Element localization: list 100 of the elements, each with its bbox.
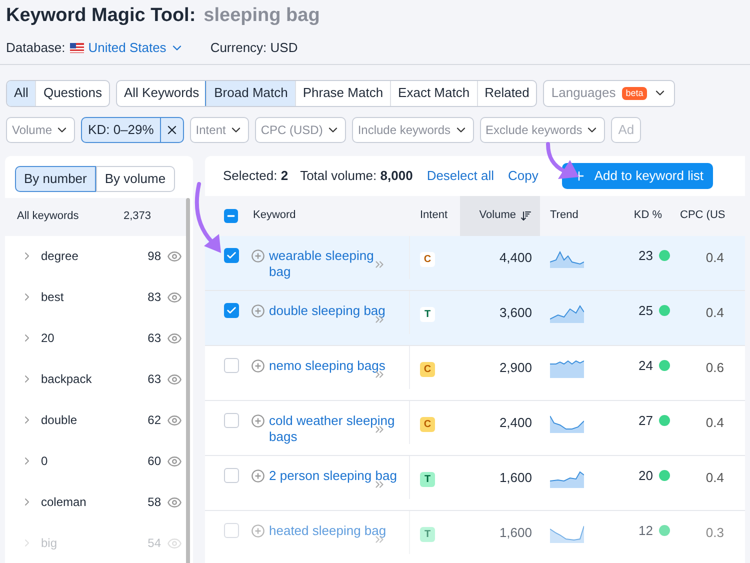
- kd-filter-chip[interactable]: KD: 0–29%: [81, 116, 184, 142]
- sort-icon[interactable]: [520, 210, 532, 222]
- intent-badge: C: [420, 252, 435, 266]
- column-header[interactable]: Keyword: [245, 196, 410, 236]
- kd-value: 12: [638, 522, 653, 540]
- volume-cell-text: 1,600: [498, 468, 533, 484]
- match-tab[interactable]: Exact Match: [390, 80, 477, 106]
- checkbox[interactable]: [224, 522, 238, 538]
- table-row[interactable]: cold weather sleeping bags C 2,400 27 0.4: [205, 400, 745, 456]
- volume-cell-text: 1,600: [498, 524, 533, 538]
- column-header[interactable]: KD %: [610, 196, 670, 236]
- database-label: Database:: [6, 38, 66, 57]
- group-name[interactable]: 0: [41, 452, 148, 470]
- match-tab[interactable]: Phrase Match: [294, 80, 390, 106]
- table-row[interactable]: wearable sleeping bag C 4,400 23 0.4: [205, 236, 745, 290]
- volume-cell-text: 3,600: [498, 304, 533, 318]
- group-count: 62: [148, 412, 161, 429]
- sort-toggle[interactable]: By volume: [96, 166, 175, 192]
- group-count: 83: [148, 289, 161, 306]
- intent-badge: T: [420, 306, 435, 322]
- column-header[interactable]: Volume: [460, 196, 540, 236]
- add-icon[interactable]: [251, 248, 265, 262]
- all-keywords-label: All keywords: [17, 209, 79, 224]
- match-tab[interactable]: All Keywords: [117, 80, 206, 106]
- match-tab[interactable]: Broad Match: [206, 80, 295, 106]
- flag-icon: [70, 42, 84, 52]
- all-keywords-count: 2,373: [123, 209, 151, 224]
- intent-badge: T: [420, 472, 435, 486]
- table-row[interactable]: 2 person sleeping bag T 1,600 20 0.4: [205, 456, 745, 510]
- column-header[interactable]: Intent: [410, 196, 460, 236]
- checkbox[interactable]: [224, 248, 238, 262]
- add-icon[interactable]: [251, 414, 265, 428]
- sort-toggle[interactable]: By number: [15, 166, 96, 192]
- eye-icon[interactable]: [167, 330, 182, 346]
- check-icon: [226, 250, 236, 260]
- table-row[interactable]: double sleeping bag T 3,600 25 0.4: [205, 290, 745, 346]
- keyword-link[interactable]: wearable sleeping bag: [269, 248, 399, 278]
- add-icon[interactable]: [251, 304, 265, 318]
- match-tab[interactable]: Related: [476, 80, 536, 106]
- eye-icon[interactable]: [167, 494, 182, 510]
- group-name[interactable]: backpack: [41, 370, 148, 388]
- kd-value: 23: [638, 246, 653, 265]
- group-count: 60: [148, 453, 161, 470]
- intent-badge: C: [420, 416, 435, 432]
- checkbox[interactable]: [224, 358, 238, 372]
- cpc-cell-text: 0.6: [704, 358, 725, 374]
- group-count: 54: [148, 535, 161, 552]
- kd-value: 27: [638, 412, 653, 430]
- column-header[interactable]: CPC (US: [670, 196, 730, 236]
- table-row[interactable]: nemo sleeping bags C 2,900 24 0.6: [205, 346, 745, 400]
- match-tab[interactable]: Questions: [35, 80, 109, 106]
- add-icon[interactable]: [251, 468, 265, 482]
- match-tab[interactable]: All: [7, 80, 36, 106]
- keyword-link[interactable]: 2 person sleeping bag: [269, 468, 399, 498]
- group-count: 58: [148, 494, 161, 511]
- group-name[interactable]: 20: [41, 329, 148, 347]
- group-name[interactable]: best: [41, 288, 148, 306]
- group-name[interactable]: coleman: [41, 493, 148, 511]
- eye-icon[interactable]: [167, 454, 182, 468]
- intent-badge: C: [420, 362, 435, 376]
- group-name[interactable]: double: [41, 411, 148, 429]
- group-name[interactable]: degree: [41, 247, 148, 265]
- kd-value: 20: [638, 466, 653, 485]
- selected-count: Selected: 2: [223, 166, 288, 185]
- copy-link[interactable]: Copy: [508, 166, 538, 186]
- keyword-link[interactable]: double sleeping bag: [269, 302, 399, 334]
- kd-value: 24: [638, 356, 653, 375]
- checkbox[interactable]: [224, 302, 238, 318]
- eye-icon[interactable]: [167, 412, 182, 428]
- eye-icon[interactable]: [167, 372, 182, 386]
- select-all-checkbox[interactable]: [224, 208, 238, 222]
- group-count: 63: [148, 330, 161, 347]
- volume-cell-text: 4,400: [498, 248, 533, 264]
- checkbox[interactable]: [224, 412, 238, 428]
- keyword-link[interactable]: nemo sleeping bags: [269, 358, 399, 388]
- currency-label: Currency: USD: [210, 38, 298, 57]
- search-query: sleeping bag: [204, 4, 320, 28]
- intent-badge: T: [420, 526, 435, 542]
- trend-sparkline: [550, 358, 584, 378]
- group-count: 63: [148, 371, 161, 388]
- add-icon[interactable]: [251, 358, 265, 372]
- keyword-link[interactable]: cold weather sleeping bags: [269, 412, 399, 444]
- group-count: 98: [148, 248, 161, 265]
- kd-value: 25: [638, 302, 653, 320]
- column-header[interactable]: Trend: [540, 196, 610, 236]
- add-icon[interactable]: [251, 524, 265, 538]
- checkbox[interactable]: [224, 468, 238, 482]
- page-title: Keyword Magic Tool:: [6, 4, 196, 28]
- cpc-cell-text: 0.4: [704, 304, 725, 318]
- deselect-all-link[interactable]: Deselect all: [426, 166, 494, 186]
- cpc-cell-text: 0.3: [704, 524, 725, 538]
- trend-sparkline: [550, 302, 584, 322]
- database-dropdown[interactable]: United States: [88, 38, 184, 58]
- volume-cell-text: 2,900: [498, 358, 533, 374]
- cpc-cell-text: 0.4: [704, 248, 725, 264]
- volume-cell-text: 2,400: [498, 414, 533, 428]
- arrow-drawing: [192, 182, 222, 254]
- eye-icon[interactable]: [167, 290, 182, 304]
- cpc-cell-text: 0.4: [704, 468, 725, 484]
- eye-icon[interactable]: [167, 248, 182, 264]
